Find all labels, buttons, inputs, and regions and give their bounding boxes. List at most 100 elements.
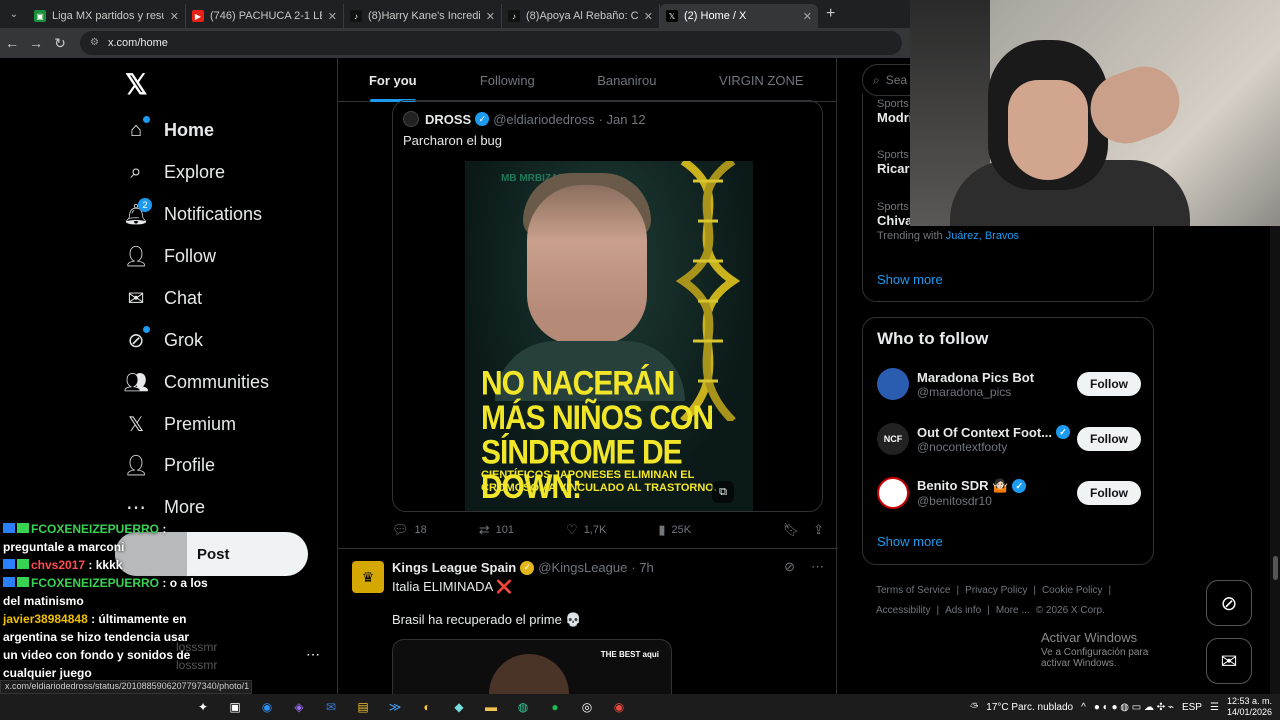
back-icon[interactable]: ← <box>0 35 24 51</box>
quoted-tweet-image[interactable]: MB MRBIZARRO NO NACERÁN MÁS NIÑOS CON SÍ… <box>465 161 753 511</box>
vscode-icon[interactable]: ≫ <box>384 698 406 716</box>
tab-virgin-zone[interactable]: VIRGIN ZONE <box>687 58 836 102</box>
footer-link[interactable]: Terms of Service <box>876 585 950 596</box>
tweet[interactable]: ♛ Kings League Spain ✓ @KingsLeague · 7h… <box>338 549 838 699</box>
sidebar-item-chat[interactable]: ✉ Chat <box>124 278 202 318</box>
browser-tab[interactable]: ♪ (8)Apoya Al Rebaño: Chivas de ✕ <box>502 4 660 28</box>
edge-icon[interactable]: ◉ <box>256 698 278 716</box>
views-button[interactable]: ▮ 25K <box>658 522 691 538</box>
sidebar-item-grok[interactable]: ⊘ Grok <box>124 320 203 360</box>
weather-text[interactable]: 17°C Parc. nublado <box>986 702 1073 713</box>
verified-badge-icon: ✓ <box>1012 479 1027 493</box>
forward-icon[interactable]: → <box>24 35 48 51</box>
tab-bananirou[interactable]: Bananirou <box>567 58 687 102</box>
browser-tab[interactable]: ▣ Liga MX partidos y resultados 2 ✕ <box>28 4 186 28</box>
repost-button[interactable]: ⇄ 101 <box>479 522 514 538</box>
spotify-icon[interactable]: ● <box>544 698 566 716</box>
footer-link[interactable]: Cookie Policy <box>1042 585 1103 596</box>
outlook-icon[interactable]: ✉ <box>320 698 342 716</box>
avatar[interactable] <box>877 368 909 400</box>
wifi-icon[interactable]: ☰ <box>1210 702 1219 713</box>
quoted-tweet[interactable]: DROSS ✓ @eldiariodedross · Jan 12 Parcha… <box>392 100 823 512</box>
grok-fab-button[interactable]: ⊘ <box>1206 580 1252 626</box>
tab-search-chevron-icon[interactable]: ⌄ <box>0 0 28 28</box>
tab-following[interactable]: Following <box>448 58 568 102</box>
clock[interactable]: 12:53 a. m. 14/01/2026 <box>1227 696 1272 718</box>
more-icon: ⋯ <box>124 495 148 519</box>
tweet-image[interactable]: THE BEST aqui <box>392 639 672 699</box>
avatar[interactable] <box>877 477 909 509</box>
sidebar-item-profile[interactable]: 👤︎ Profile <box>123 445 215 485</box>
close-tab-icon[interactable]: ✕ <box>486 10 495 23</box>
footer-link[interactable]: Accessibility <box>876 605 930 616</box>
scrollbar-thumb[interactable] <box>1273 556 1278 580</box>
like-button[interactable]: ♡ 1,7K <box>566 522 606 538</box>
browser-tab[interactable]: ▶ (746) PACHUCA 2-1 LEÓN | RES ✕ <box>186 4 344 28</box>
sidebar-item-notifications[interactable]: 🔔︎ 2 Notifications <box>123 194 262 234</box>
avatar[interactable] <box>403 111 419 127</box>
avatar[interactable]: NCF <box>877 423 909 455</box>
quoted-author-name[interactable]: DROSS <box>425 112 471 127</box>
follow-button[interactable]: Follow <box>1077 427 1141 451</box>
browser-tab[interactable]: ♪ (8)Harry Kane's Incredible Goal ✕ <box>344 4 502 28</box>
reply-button[interactable]: 💬︎ 18 <box>392 522 427 538</box>
follow-suggestion-name[interactable]: Maradona Pics Bot <box>917 370 1077 385</box>
who-to-follow-item[interactable]: Maradona Pics Bot @maradona_pics Follow <box>877 364 1141 404</box>
task-view-icon[interactable]: ▣ <box>224 698 246 716</box>
app-icon[interactable]: ◍ <box>512 698 534 716</box>
site-info-icon[interactable]: ⚙ <box>90 37 102 49</box>
avatar[interactable]: ♛ <box>352 561 384 593</box>
sidebar-item-home[interactable]: ⌂ Home <box>124 110 214 150</box>
trends-show-more-link[interactable]: Show more <box>877 272 943 287</box>
new-tab-button[interactable]: + <box>826 5 835 23</box>
browser-tab[interactable]: 𝕏 (2) Home / X ✕ <box>660 4 818 28</box>
follow-button[interactable]: Follow <box>1077 481 1141 505</box>
reload-icon[interactable]: ↻ <box>48 35 72 52</box>
messages-fab-button[interactable]: ✉ <box>1206 638 1252 684</box>
sidebar-item-follow[interactable]: 👤︎ Follow <box>123 236 216 276</box>
share-icon[interactable]: ⇪ <box>813 522 824 538</box>
sidebar-item-explore[interactable]: ⌕ Explore <box>124 152 225 192</box>
close-tab-icon[interactable]: ✕ <box>170 10 179 23</box>
account-more-icon[interactable]: ⋯ <box>306 646 320 663</box>
tweet-author-name[interactable]: Kings League Spain <box>392 560 516 575</box>
who-to-follow-item[interactable]: NCF Out Of Context Foot... ✓ @nocontextfoot… <box>877 419 1141 459</box>
x-logo-icon[interactable]: 𝕏 <box>125 68 148 101</box>
follow-button[interactable]: Follow <box>1077 372 1141 396</box>
footer-link[interactable]: More ... <box>996 605 1030 616</box>
tweet-author-handle[interactable]: @KingsLeague <box>538 560 627 575</box>
tray-chevron-icon[interactable]: ^ <box>1081 702 1086 713</box>
close-tab-icon[interactable]: ✕ <box>644 10 653 23</box>
trend-item[interactable]: Sports Modri <box>877 98 912 125</box>
follow-suggestion-name[interactable]: Benito SDR 🤷🏻 ✓ <box>917 478 1077 494</box>
copilot-icon[interactable]: ◈ <box>288 698 310 716</box>
footer-link[interactable]: © 2026 X Corp. <box>1036 605 1105 616</box>
folder-icon[interactable]: ▬ <box>480 698 502 716</box>
sparkle-icon[interactable]: ✦ <box>192 698 214 716</box>
tray-icons[interactable]: ● ◐ ● ◍ ▭ ☁ ✣ ⌁ <box>1094 702 1174 713</box>
url-field[interactable]: ⚙ x.com/home <box>80 31 902 55</box>
chrome-icon[interactable]: ◉ <box>608 698 630 716</box>
footer-link[interactable]: Ads info <box>945 605 981 616</box>
sidebar-item-communities[interactable]: 👥︎ Communities <box>123 362 269 402</box>
app-icon[interactable]: ◐ <box>416 698 438 716</box>
files-icon[interactable]: ▤ <box>352 698 374 716</box>
who-to-follow-show-more-link[interactable]: Show more <box>877 534 943 549</box>
obs-icon[interactable]: ◎ <box>576 698 598 716</box>
image-subline: CIENTÍFICOS JAPONESES ELIMINAN EL CROMOS… <box>481 469 717 494</box>
quoted-author-handle[interactable]: @eldiariodedross <box>493 112 594 127</box>
bookmark-icon[interactable]: 🔖︎ <box>783 522 800 538</box>
footer-link[interactable]: Privacy Policy <box>965 585 1027 596</box>
close-tab-icon[interactable]: ✕ <box>328 10 337 23</box>
language-indicator[interactable]: ESP <box>1182 702 1202 713</box>
grok-icon[interactable]: ⊘ <box>784 559 795 575</box>
who-to-follow-item[interactable]: Benito SDR 🤷🏻 ✓ @benitosdr10 Follow <box>877 473 1141 513</box>
sidebar-item-premium[interactable]: 𝕏 Premium <box>124 404 236 444</box>
trend-with-links[interactable]: Juárez, Bravos <box>946 230 1019 242</box>
image-translate-icon[interactable]: ⧉ <box>712 481 734 503</box>
tab-for-you[interactable]: For you <box>338 58 448 102</box>
app-icon[interactable]: ◆ <box>448 698 470 716</box>
close-tab-icon[interactable]: ✕ <box>803 10 812 23</box>
follow-suggestion-name[interactable]: Out Of Context Foot... ✓ <box>917 425 1077 440</box>
more-options-icon[interactable]: ⋯ <box>811 559 824 575</box>
